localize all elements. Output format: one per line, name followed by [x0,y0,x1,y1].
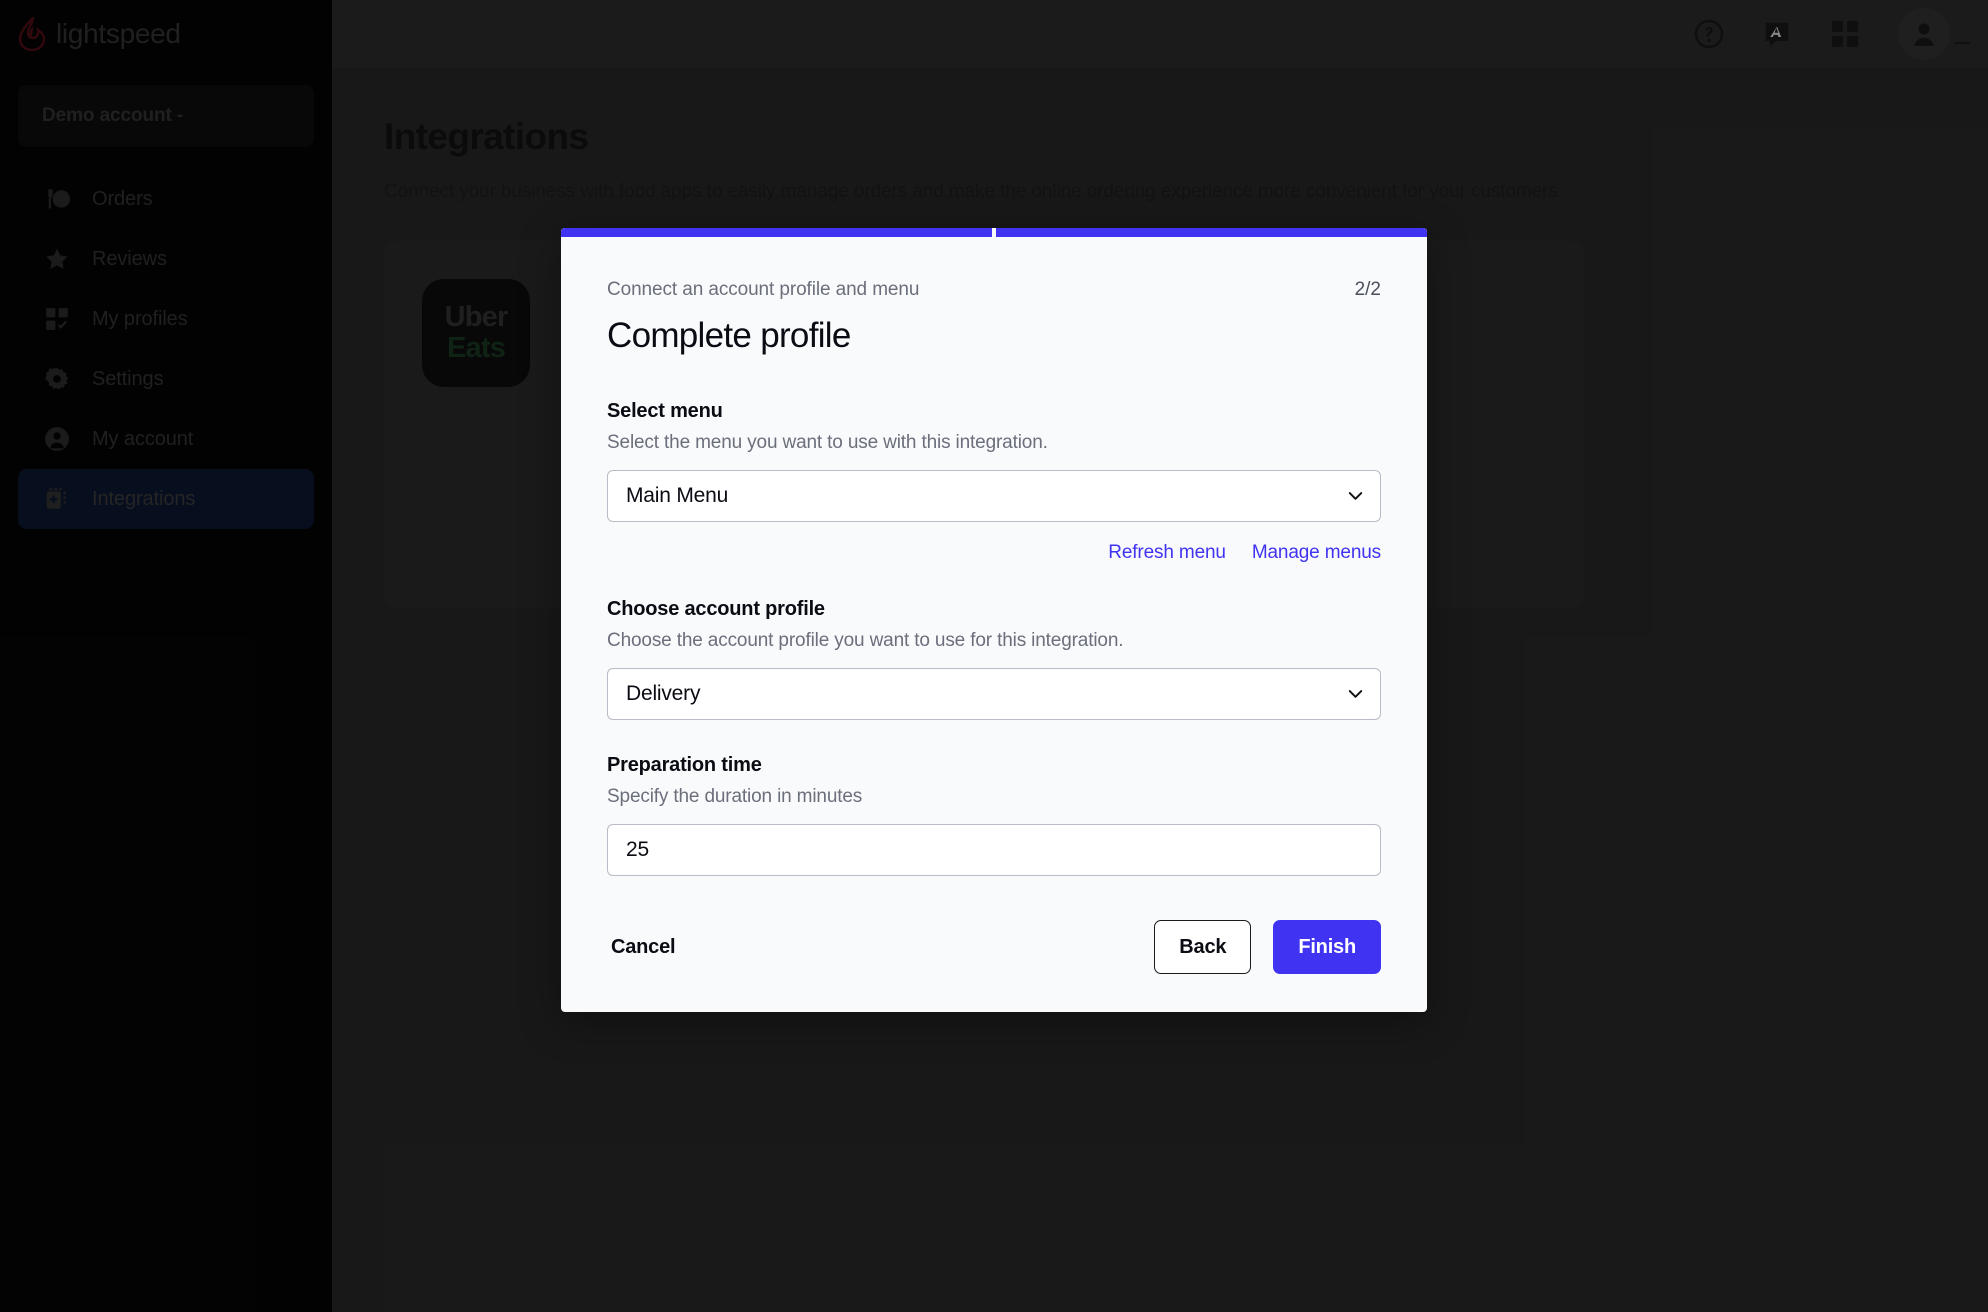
field-help: Select the menu you want to use with thi… [607,432,1048,453]
progress-segment-1 [561,228,992,237]
field-preparation-time: Preparation time Specify the duration in… [607,754,1381,876]
field-label: Select menu [607,400,723,422]
modal-body: Connect an account profile and menu 2/2 … [561,237,1427,876]
modal-footer: Cancel Back Finish [561,920,1427,1012]
account-profile-value: Delivery [626,682,701,705]
account-profile-dropdown[interactable]: Delivery [607,668,1381,720]
back-button[interactable]: Back [1154,920,1252,974]
select-menu-dropdown[interactable]: Main Menu [607,470,1381,522]
modal-eyebrow: Connect an account profile and menu [607,279,920,300]
chevron-down-icon [1348,492,1363,500]
field-help: Specify the duration in minutes [607,786,863,807]
cancel-button[interactable]: Cancel [607,922,679,973]
modal-header: Connect an account profile and menu 2/2 [607,279,1381,301]
field-label: Preparation time [607,754,762,776]
complete-profile-modal: Connect an account profile and menu 2/2 … [561,228,1427,1012]
chevron-down-icon [1348,690,1363,698]
modal-step-counter: 2/2 [1354,279,1381,300]
field-label: Choose account profile [607,598,825,620]
field-help: Choose the account profile you want to u… [607,630,1124,651]
step-progress-bar [561,228,1427,237]
preparation-time-input[interactable]: 25 [607,824,1381,876]
field-select-menu: Select menu Select the menu you want to … [607,400,1381,522]
refresh-menu-link[interactable]: Refresh menu [1108,542,1226,564]
footer-actions: Back Finish [1154,920,1381,974]
progress-segment-2 [996,228,1427,237]
finish-button[interactable]: Finish [1273,920,1381,974]
field-account-profile: Choose account profile Choose the accoun… [607,598,1381,720]
select-menu-value: Main Menu [626,484,729,507]
menu-links: Refresh menu Manage menus [607,542,1381,564]
modal-title: Complete profile [607,316,851,355]
app-root: lightspeed Demo account - Orders Reviews [0,0,1988,1312]
manage-menus-link[interactable]: Manage menus [1252,542,1381,564]
preparation-time-value: 25 [626,838,649,861]
